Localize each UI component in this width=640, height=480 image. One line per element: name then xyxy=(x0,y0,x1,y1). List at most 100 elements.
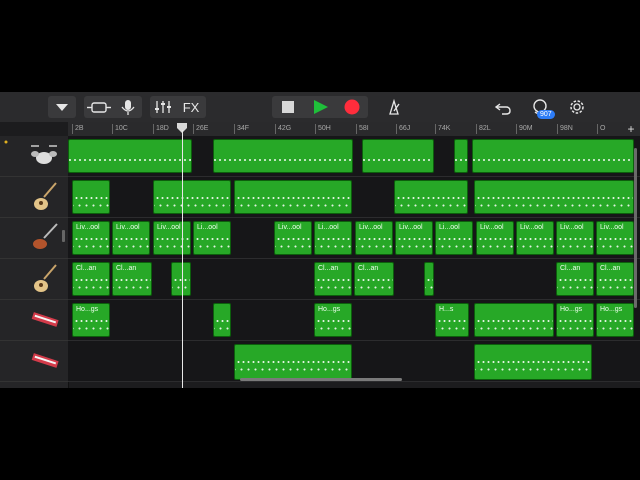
guitar-region[interactable] xyxy=(474,180,634,214)
electric-region[interactable]: Liv...ool xyxy=(556,221,594,255)
metronome-icon[interactable] xyxy=(382,96,406,118)
ruler-tick: 42G xyxy=(275,124,291,134)
region-label: Cl...an xyxy=(358,265,379,272)
keyboard-region[interactable]: Ho...gs xyxy=(72,303,110,337)
region-label: Liv...ool xyxy=(157,224,181,231)
region-label: Li...ool xyxy=(318,224,339,231)
electric-region[interactable]: Liv...ool xyxy=(355,221,393,255)
guitar2-region[interactable]: Cl...an xyxy=(354,262,394,296)
settings-gear-icon[interactable] xyxy=(565,96,589,118)
electric-region[interactable]: Li...ool xyxy=(314,221,352,255)
keyboard-icon xyxy=(31,312,59,327)
electric-region[interactable]: Liv...ool xyxy=(395,221,433,255)
region-label: Cl...an xyxy=(116,265,137,272)
electric-region[interactable]: Liv...ool xyxy=(72,221,110,255)
ruler-tick: 98N xyxy=(557,124,573,134)
ruler-tick: 90M xyxy=(516,124,533,134)
drum-region[interactable] xyxy=(472,139,634,173)
keyboard-region[interactable] xyxy=(213,303,231,337)
region-label: Cl...an xyxy=(600,265,621,272)
guitar2-region[interactable] xyxy=(424,262,434,296)
region-label: Liv...ool xyxy=(76,224,100,231)
acoustic-guitar-icon xyxy=(34,264,57,292)
stop-icon[interactable] xyxy=(274,96,302,118)
keyboard-region[interactable]: Ho...gs xyxy=(556,303,594,337)
region-label: Liv...ool xyxy=(520,224,544,231)
drum-region[interactable] xyxy=(454,139,468,173)
track-header-electric-guitar[interactable] xyxy=(0,218,68,259)
guitar2-region[interactable]: Cl...an xyxy=(596,262,634,296)
guitar-region[interactable] xyxy=(72,180,110,214)
track-lanes[interactable]: Liv...ool Liv...ool Liv...ool Li...ool L… xyxy=(68,136,640,388)
drum-region[interactable] xyxy=(213,139,353,173)
ruler-tick: 50H xyxy=(315,124,331,134)
region-label: Ho...gs xyxy=(560,306,583,313)
electric-region[interactable]: Liv...ool xyxy=(596,221,634,255)
region-label: Ho...gs xyxy=(76,306,99,313)
ruler-tick: 74K xyxy=(435,124,450,134)
keyboard2-region[interactable] xyxy=(234,344,352,380)
electric-region[interactable]: Liv...ool xyxy=(274,221,312,255)
guitar-region[interactable] xyxy=(153,180,231,214)
region-label: Liv...ool xyxy=(560,224,584,231)
guitar2-region[interactable]: Cl...an xyxy=(314,262,352,296)
guitar2-region[interactable]: Cl...an xyxy=(556,262,594,296)
timeline-ruler[interactable]: 2B 10C 18D 26E 34F 42G 50H 58I 66J 74K 8… xyxy=(68,122,640,137)
ruler-tick: 2B xyxy=(72,124,84,134)
drum-region[interactable] xyxy=(68,139,192,173)
track-header-acoustic-guitar[interactable] xyxy=(0,177,68,218)
top-toolbar: FX 907 xyxy=(0,92,640,122)
fx-button[interactable]: FX xyxy=(178,96,204,118)
ruler-tick: 26E xyxy=(193,124,208,134)
keyboard-region[interactable] xyxy=(474,303,554,337)
track-view-icon[interactable] xyxy=(84,96,114,118)
region-label: Liv...ool xyxy=(278,224,302,231)
electric-region[interactable]: Li...ool xyxy=(193,221,231,255)
undo-icon[interactable] xyxy=(491,96,515,118)
region-label: Cl...an xyxy=(318,265,339,272)
region-label: Liv...ool xyxy=(359,224,383,231)
keyboard-region[interactable]: Ho...gs xyxy=(596,303,634,337)
track-headers xyxy=(0,136,69,388)
guitar-region[interactable] xyxy=(394,180,468,214)
keyboard-region[interactable]: Ho...gs xyxy=(314,303,352,337)
ruler-tick: 18D xyxy=(153,124,169,134)
electric-region[interactable]: Liv...ool xyxy=(153,221,191,255)
guitar2-region[interactable]: Cl...an xyxy=(112,262,152,296)
region-label: Li...ool xyxy=(439,224,460,231)
track-header-drums[interactable] xyxy=(0,136,68,177)
ruler-tick: 58I xyxy=(356,124,369,134)
keyboard-icon xyxy=(31,353,59,368)
electric-region[interactable]: Liv...ool xyxy=(112,221,150,255)
region-label: Liv...ool xyxy=(116,224,140,231)
vertical-scrollbar[interactable] xyxy=(634,148,637,308)
microphone-icon[interactable] xyxy=(116,96,140,118)
track-header-acoustic-guitar-2[interactable] xyxy=(0,259,68,300)
keyboard2-region[interactable] xyxy=(474,344,592,380)
region-label: Liv...ool xyxy=(480,224,504,231)
acoustic-guitar-icon xyxy=(34,182,57,210)
transport-controls xyxy=(272,96,368,118)
view-toggle-group xyxy=(84,96,142,118)
region-label: Cl...an xyxy=(560,265,581,272)
electric-region[interactable]: Liv...ool xyxy=(516,221,554,255)
guitar2-region[interactable]: Cl...an xyxy=(72,262,110,296)
drum-kit-icon xyxy=(4,140,57,164)
record-icon[interactable] xyxy=(337,96,367,118)
guitar-region[interactable] xyxy=(234,180,352,214)
guitar2-region[interactable] xyxy=(171,262,191,296)
electric-region[interactable]: Liv...ool xyxy=(476,221,514,255)
play-icon[interactable] xyxy=(305,96,335,118)
browser-button[interactable] xyxy=(48,96,76,118)
notification-badge: 907 xyxy=(537,110,555,119)
keyboard-region[interactable]: H...s xyxy=(435,303,469,337)
add-section-button[interactable]: + xyxy=(624,122,638,136)
horizontal-scrollbar[interactable] xyxy=(240,378,402,381)
drum-region[interactable] xyxy=(362,139,434,173)
electric-guitar-icon xyxy=(33,223,65,249)
track-header-keyboard-2[interactable] xyxy=(0,341,68,382)
electric-region[interactable]: Li...ool xyxy=(435,221,473,255)
region-label: Liv...ool xyxy=(399,224,423,231)
mixer-sliders-icon[interactable] xyxy=(150,96,176,118)
track-header-keyboard[interactable] xyxy=(0,300,68,341)
